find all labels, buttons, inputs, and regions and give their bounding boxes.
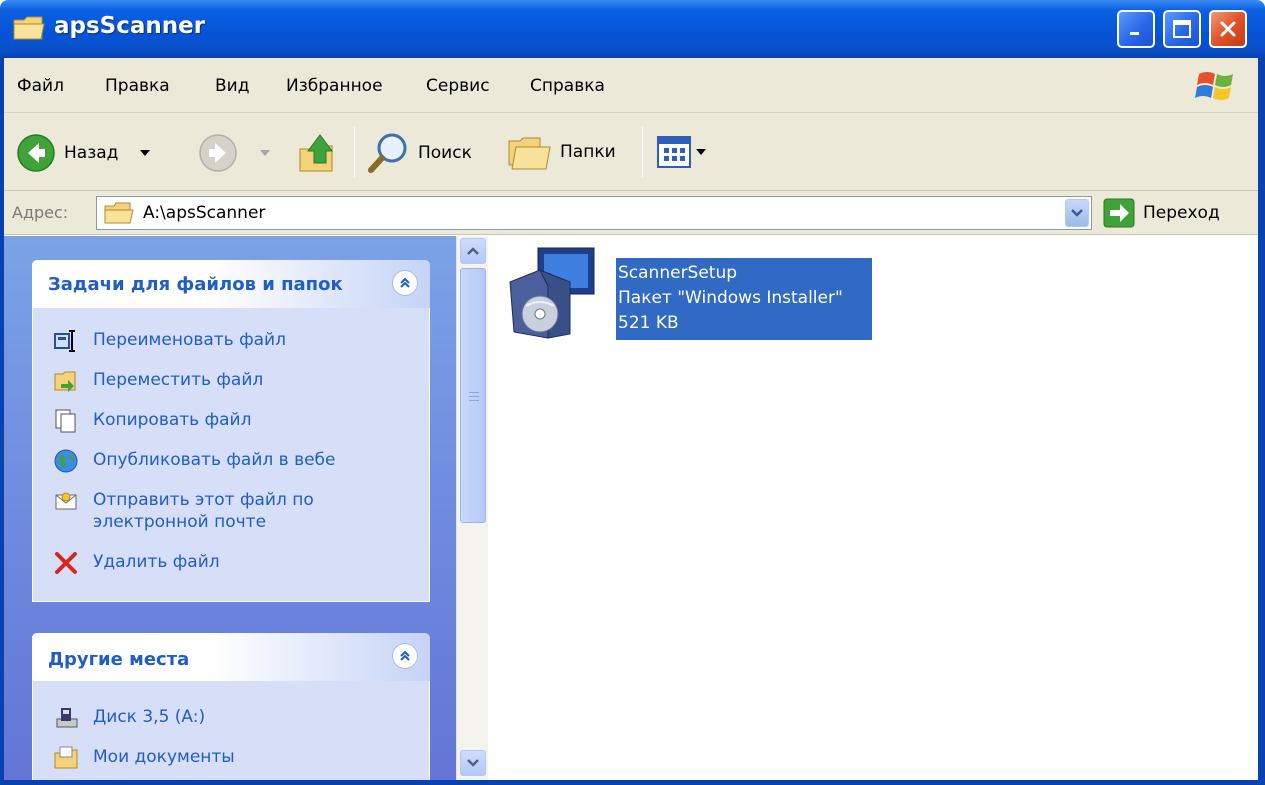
move-icon [54, 371, 76, 392]
chevron-up-icon [467, 247, 479, 255]
folders-icon [508, 137, 551, 170]
delete-icon [55, 552, 77, 574]
collapse-tasks-button[interactable] [392, 270, 418, 296]
window-frame-left [0, 58, 4, 785]
address-bar: Адрес: A:\apsScanner Переход [0, 191, 1265, 235]
title-bar[interactable]: apsScanner [0, 0, 1265, 58]
other-places-panel: Другие места Диск 3,5 (A:) Мои документы [32, 633, 430, 785]
vertical-scrollbar[interactable] [456, 236, 488, 780]
close-icon [1220, 21, 1236, 37]
search-icon [368, 133, 407, 173]
double-chevron-up-icon [400, 277, 410, 288]
other-places-header[interactable]: Другие места [32, 633, 430, 681]
task-delete[interactable]: Удалить файл [53, 550, 220, 576]
views-icon [657, 136, 691, 168]
address-dropdown-button[interactable] [1065, 199, 1089, 227]
rename-icon [54, 330, 75, 352]
menu-view[interactable]: Вид [215, 76, 249, 96]
back-label: Назад [64, 143, 119, 163]
forward-button[interactable] [198, 133, 272, 173]
go-button[interactable]: Переход [1103, 198, 1220, 228]
file-label-selected: ScannerSetup Пакет "Windows Installer" 5… [616, 258, 872, 340]
back-arrow-icon [17, 134, 55, 172]
menu-bar: Файл Правка Вид Избранное Сервис Справка [0, 58, 1265, 113]
back-button[interactable]: Назад [16, 133, 152, 173]
address-value: A:\apsScanner [143, 203, 266, 223]
forward-arrow-icon [199, 134, 237, 172]
mail-icon [55, 492, 77, 510]
file-type: Пакет "Windows Installer" [618, 288, 843, 308]
menu-file[interactable]: Файл [17, 76, 64, 96]
windows-logo-icon [1195, 72, 1233, 100]
views-dropdown-icon[interactable] [694, 147, 708, 157]
file-name: ScannerSetup [618, 263, 738, 283]
menu-favorites[interactable]: Избранное [286, 76, 383, 96]
file-tasks-panel: Задачи для файлов и папок Переименовать … [32, 260, 430, 602]
close-button[interactable] [1209, 10, 1247, 48]
globe-icon [54, 449, 78, 473]
up-folder-icon [299, 134, 333, 172]
floppy-drive-icon [56, 708, 78, 728]
menu-edit[interactable]: Правка [105, 76, 170, 96]
views-button[interactable] [656, 135, 708, 169]
chevron-down-icon [467, 759, 479, 767]
minimize-icon [1130, 32, 1139, 35]
address-input[interactable]: A:\apsScanner [96, 196, 1092, 230]
double-chevron-up-icon [400, 650, 410, 661]
maximize-icon [1173, 20, 1191, 38]
folders-button[interactable]: Папки [506, 131, 616, 173]
task-publish[interactable]: Опубликовать файл в вебе [53, 448, 336, 474]
up-folder-button[interactable] [296, 129, 342, 175]
window-title: apsScanner [54, 13, 206, 39]
place-my-documents[interactable]: Мои документы [53, 745, 235, 771]
folders-label: Папки [560, 142, 616, 162]
address-label: Адрес: [12, 203, 69, 222]
task-rename[interactable]: Переименовать файл [53, 328, 286, 354]
search-button[interactable]: Поиск [366, 131, 472, 175]
file-tasks-title: Задачи для файлов и папок [48, 274, 343, 295]
file-size: 521 KB [618, 313, 679, 333]
task-move[interactable]: Переместить файл [53, 368, 263, 394]
task-pane: Задачи для файлов и папок Переименовать … [0, 236, 456, 785]
scroll-thumb[interactable] [460, 268, 486, 523]
task-email[interactable]: Отправить этот файл по электронной почте [53, 488, 429, 533]
chevron-down-icon [1071, 209, 1083, 217]
scroll-up-button[interactable] [460, 238, 486, 264]
file-tasks-body: Переименовать файл Переместить файл Копи… [32, 308, 430, 602]
file-list[interactable]: ScannerSetup Пакет "Windows Installer" 5… [488, 236, 1258, 780]
task-copy[interactable]: Копировать файл [53, 408, 251, 434]
folder-icon [104, 202, 134, 224]
go-arrow-icon [1103, 198, 1135, 228]
window-frame-bottom [0, 780, 1265, 785]
minimize-button[interactable] [1117, 10, 1155, 48]
copy-icon [55, 409, 76, 433]
my-documents-icon [54, 746, 78, 769]
menu-help[interactable]: Справка [530, 76, 605, 96]
menu-tools[interactable]: Сервис [426, 76, 490, 96]
other-places-body: Диск 3,5 (A:) Мои документы [32, 681, 430, 785]
other-places-title: Другие места [48, 649, 190, 670]
search-label: Поиск [418, 143, 472, 163]
window-frame-right [1258, 58, 1265, 785]
back-dropdown-icon[interactable] [138, 148, 152, 158]
forward-dropdown-icon[interactable] [258, 148, 272, 158]
place-floppy-drive[interactable]: Диск 3,5 (A:) [53, 705, 205, 731]
maximize-button[interactable] [1163, 10, 1201, 48]
windows-installer-icon [509, 247, 595, 339]
go-label: Переход [1143, 203, 1220, 223]
folder-icon [13, 16, 45, 40]
toolbar: Назад Поиск Папки [0, 113, 1265, 191]
file-tasks-header[interactable]: Задачи для файлов и папок [32, 260, 430, 308]
collapse-places-button[interactable] [392, 643, 418, 669]
scroll-down-button[interactable] [460, 750, 486, 776]
